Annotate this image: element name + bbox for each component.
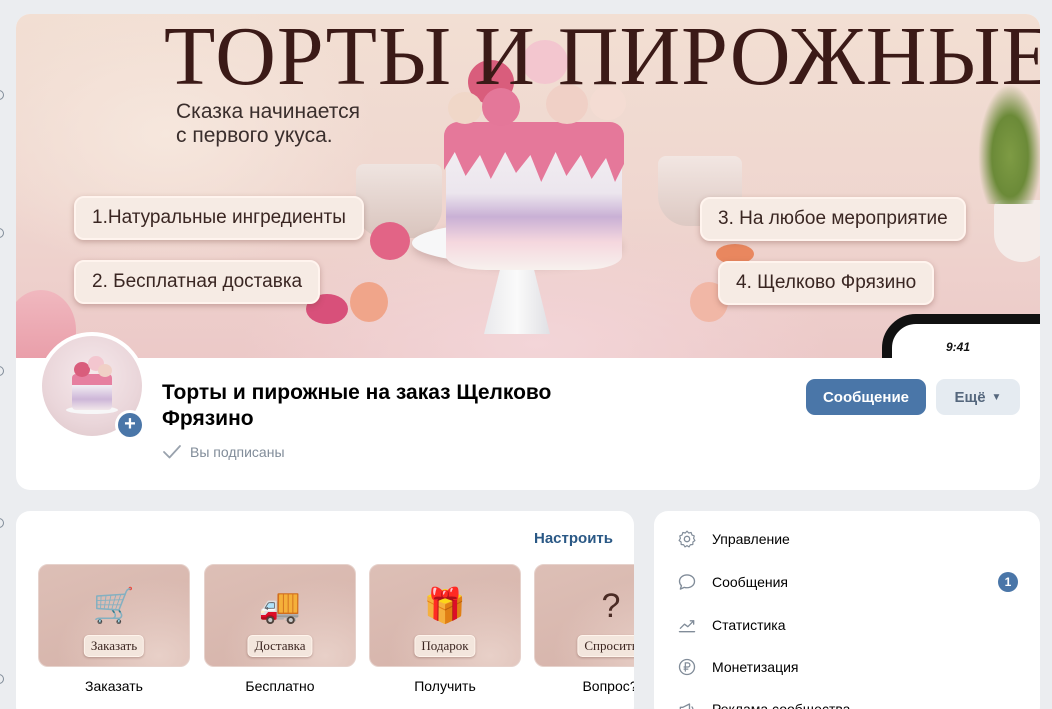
subscription-label: Вы подписаны: [190, 444, 285, 460]
service-tile-label: Спросить: [577, 635, 634, 657]
cover-image: ТОРТЫ И ПИРОЖНЫЕ Сказка начинается с пер…: [16, 14, 1040, 358]
feature-badge: 1.Натуральные ингредиенты: [74, 196, 364, 240]
question-icon: ?: [601, 587, 621, 625]
chevron-down-icon: ▼: [991, 391, 1002, 403]
edge-marker: [0, 90, 4, 100]
service-caption[interactable]: Заказать: [38, 678, 190, 694]
feature-badge: 4. Щелково Фрязино: [718, 261, 935, 305]
community-name: Торты и пирожные на заказ Щелково Фрязин…: [162, 381, 552, 430]
macaron-decoration: [370, 222, 410, 260]
gift-icon: 🎁: [423, 587, 467, 625]
menu-item-label: Статистика: [712, 617, 786, 633]
edge-marker: [0, 366, 4, 376]
avatar-cake: [72, 374, 112, 410]
cover-subtitle: Сказка начинается с первого укуса.: [176, 100, 360, 148]
menu-item-label: Монетизация: [712, 659, 799, 675]
menu-item-label: Реклама сообщества: [712, 701, 851, 709]
phone-time: 9:41: [946, 340, 971, 354]
edge-marker: [0, 228, 4, 238]
delivery-truck-icon: 🚚: [258, 587, 302, 625]
service-tile[interactable]: 🛒 Заказать: [38, 564, 190, 667]
menu-item-statistics[interactable]: Статистика: [676, 613, 786, 637]
more-button[interactable]: Ещё ▼: [936, 379, 1020, 415]
pot-decoration: [994, 200, 1040, 262]
service-tile[interactable]: ? Спросить: [534, 564, 634, 667]
cover-subtitle-line: с первого укуса.: [176, 124, 333, 147]
ruble-coin-icon: [676, 656, 698, 678]
service-caption[interactable]: Бесплатно: [204, 678, 356, 694]
configure-link[interactable]: Настроить: [534, 530, 613, 547]
gear-icon: [676, 528, 698, 550]
menu-item-label: Управление: [712, 531, 790, 547]
menu-item-community-ads[interactable]: Реклама сообщества: [676, 697, 850, 709]
service-caption[interactable]: Получить: [369, 678, 521, 694]
management-card: Управление Сообщения 1 Статистика Монети…: [654, 511, 1040, 709]
more-label: Ещё: [954, 388, 986, 406]
service-tile-label: Подарок: [414, 635, 476, 657]
services-card: Настроить 🛒 Заказать Заказать 🚚 Доставка…: [16, 511, 634, 709]
shopping-cart-icon: 🛒: [92, 587, 136, 625]
service-tile-label: Заказать: [83, 635, 145, 657]
chat-bubble-icon: [676, 571, 698, 593]
unread-badge: 1: [998, 572, 1018, 592]
menu-item-label: Сообщения: [712, 574, 788, 590]
menu-item-monetization[interactable]: Монетизация: [676, 655, 799, 679]
community-header-card: ТОРТЫ И ПИРОЖНЫЕ Сказка начинается с пер…: [16, 14, 1040, 490]
cover-title: ТОРТЫ И ПИРОЖНЫЕ: [164, 14, 1040, 103]
megaphone-icon: [676, 698, 698, 709]
checkmark-icon: [163, 445, 181, 459]
service-caption[interactable]: Вопрос?: [534, 678, 634, 694]
macaron-decoration: [350, 282, 388, 322]
feature-badge: 3. На любое мероприятие: [700, 197, 966, 241]
edge-marker: [0, 518, 4, 528]
service-tile[interactable]: 🚚 Доставка: [204, 564, 356, 667]
avatar-macaron: [98, 364, 112, 377]
cover-subtitle-line: Сказка начинается: [176, 100, 361, 123]
service-tile[interactable]: 🎁 Подарок: [369, 564, 521, 667]
feature-badge: 2. Бесплатная доставка: [74, 260, 321, 304]
add-photo-button[interactable]: +: [115, 410, 145, 440]
message-button[interactable]: Сообщение: [806, 379, 926, 415]
edge-marker: [0, 674, 4, 684]
menu-item-messages[interactable]: Сообщения: [676, 570, 788, 594]
service-tile-label: Доставка: [247, 635, 313, 657]
menu-item-management[interactable]: Управление: [676, 527, 790, 551]
trend-chart-icon: [676, 614, 698, 636]
plus-icon: +: [118, 413, 142, 437]
subscription-status[interactable]: Вы подписаны: [162, 444, 285, 460]
